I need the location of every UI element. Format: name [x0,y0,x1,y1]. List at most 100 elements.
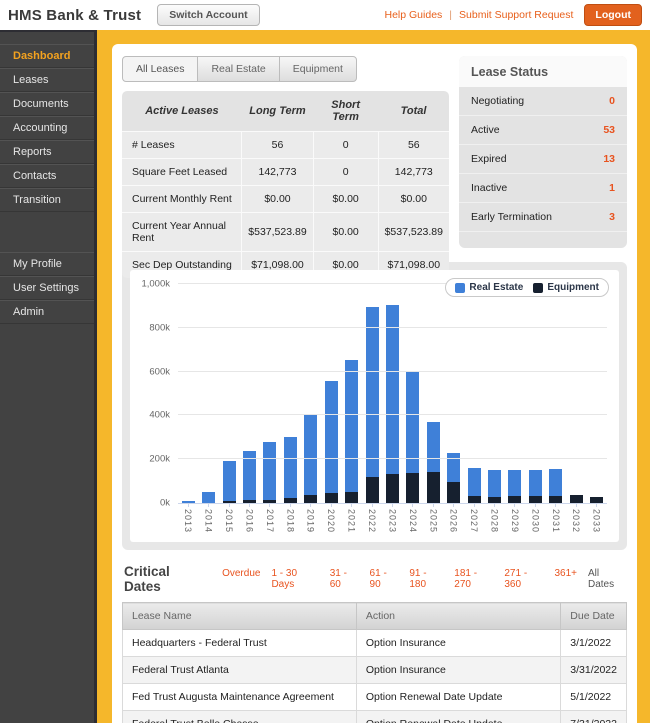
critical-date-row[interactable]: Headquarters - Federal TrustOption Insur… [123,630,627,657]
chart-x-tick [290,503,291,507]
critical-date-row[interactable]: Federal Trust Belle ChasseOption Renewal… [123,711,627,723]
chart-x-tick [433,503,434,507]
summary-cell-long_term: 142,773 [242,159,313,186]
chart-x-tick [555,503,556,507]
chart-x-slot-2033: 2033 [586,503,606,533]
tab-real-estate[interactable]: Real Estate [197,56,279,82]
cd-lease-name: Federal Trust Atlanta [123,657,357,684]
bar-stack-2028[interactable] [488,284,501,503]
chart-x-tick-label: 2019 [306,509,316,533]
bar-stack-2030[interactable] [529,284,542,503]
filter-31-60[interactable]: 31 - 60 [330,568,359,590]
chart-x-tick-label: 2021 [347,509,357,533]
bar-stack-2027[interactable] [468,284,481,503]
bar-stack-2032[interactable] [570,284,583,503]
critical-date-row[interactable]: Federal Trust AtlantaOption Insurance3/3… [123,657,627,684]
bar-stack-2013[interactable] [182,284,195,503]
sidebar-item-admin[interactable]: Admin [0,300,94,324]
sidebar-item-leases[interactable]: Leases [0,68,94,92]
sidebar-item-dashboard[interactable]: Dashboard [0,44,94,68]
cd-lease-name: Headquarters - Federal Trust [123,630,357,657]
main-layout: DashboardLeasesDocumentsAccountingReport… [0,30,650,723]
filter-361[interactable]: 361+ [554,568,577,590]
chart-bar-2022 [362,284,382,503]
bar-stack-2031[interactable] [549,284,562,503]
link-divider: | [449,9,452,21]
topbar-links: Help Guides | Submit Support Request Log… [385,4,643,26]
sidebar-item-reports[interactable]: Reports [0,140,94,164]
legend-item-equipment[interactable]: Equipment [533,282,599,293]
filter-91-180[interactable]: 91 - 180 [409,568,443,590]
sidebar-item-my-profile[interactable]: My Profile [0,252,94,276]
chart-x-tick [372,503,373,507]
tab-all-leases[interactable]: All Leases [122,56,198,82]
filter-1-30-days[interactable]: 1 - 30 Days [271,568,318,590]
bar-stack-2023[interactable] [386,284,399,503]
submit-support-request-link[interactable]: Submit Support Request [459,9,573,21]
cd-action: Option Insurance [356,630,560,657]
lease-status-value: 53 [603,124,615,136]
sidebar-item-user-settings[interactable]: User Settings [0,276,94,300]
filter-181-270[interactable]: 181 - 270 [454,568,493,590]
lease-status-label: Negotiating [471,95,524,107]
chart-x-tick [576,503,577,507]
chart-x-slot-2015: 2015 [219,503,239,533]
filter-all-dates[interactable]: All Dates [588,568,625,590]
lease-status-label: Early Termination [471,211,552,223]
chart-x-tick-label: 2023 [387,509,397,533]
bar-segment-equipment [386,474,399,503]
chart-x-tick [269,503,270,507]
filter-271-360[interactable]: 271 - 360 [504,568,543,590]
legend-item-real-estate[interactable]: Real Estate [455,282,523,293]
bar-stack-2022[interactable] [366,284,379,503]
critical-dates-table-body: Headquarters - Federal TrustOption Insur… [123,630,627,723]
bar-stack-2021[interactable] [345,284,358,503]
lease-status-row-inactive: Inactive1 [459,174,627,203]
filter-overdue[interactable]: Overdue [222,568,260,590]
critical-date-row[interactable]: Fed Trust Augusta Maintenance AgreementO… [123,684,627,711]
chart-x-tick-label: 2033 [592,509,602,533]
chart-x-tick-label: 2016 [244,509,254,533]
lease-status-value: 3 [609,211,615,223]
chart-bar-2028 [484,284,504,503]
filter-61-90[interactable]: 61 - 90 [370,568,399,590]
summary-row-label: Square Feet Leased [122,159,242,186]
chart-x-tick-label: 2014 [204,509,214,533]
bar-stack-2020[interactable] [325,284,338,503]
bar-stack-2015[interactable] [223,284,236,503]
bar-stack-2016[interactable] [243,284,256,503]
lease-status-row-early-termination: Early Termination 3 [459,203,627,232]
bar-stack-2019[interactable] [304,284,317,503]
bar-segment-real-estate [325,381,338,493]
tab-equipment[interactable]: Equipment [279,56,357,82]
bar-stack-2033[interactable] [590,284,603,503]
bar-segment-real-estate [468,468,481,495]
bar-stack-2024[interactable] [406,284,419,503]
sidebar-item-documents[interactable]: Documents [0,92,94,116]
sidebar-item-transition[interactable]: Transition [0,188,94,212]
summary-cell-long_term: $0.00 [242,186,313,213]
bar-stack-2029[interactable] [508,284,521,503]
chart-bar-2030 [525,284,545,503]
chart-x-slot-2016: 2016 [239,503,259,533]
switch-account-button[interactable]: Switch Account [157,4,259,26]
summary-cell-short_term: $0.00 [313,186,378,213]
summary-row-label: # Leases [122,132,242,159]
logout-button[interactable]: Logout [584,4,642,26]
cd-action: Option Renewal Date Update [356,684,560,711]
sidebar-item-contacts[interactable]: Contacts [0,164,94,188]
help-guides-link[interactable]: Help Guides [385,9,443,21]
bar-stack-2014[interactable] [202,284,215,503]
bar-stack-2018[interactable] [284,284,297,503]
bar-stack-2026[interactable] [447,284,460,503]
bar-stack-2025[interactable] [427,284,440,503]
lease-status-title: Lease Status [459,56,627,87]
bar-segment-equipment [366,477,379,503]
summary-cell-long_term: $537,523.89 [242,213,313,252]
cd-due-date: 3/31/2022 [561,657,627,684]
chart-legend: Real Estate Equipment [445,278,609,297]
bar-stack-2017[interactable] [263,284,276,503]
sidebar-item-accounting[interactable]: Accounting [0,116,94,140]
chart-x-tick [249,503,250,507]
lease-status-label: Expired [471,153,507,165]
